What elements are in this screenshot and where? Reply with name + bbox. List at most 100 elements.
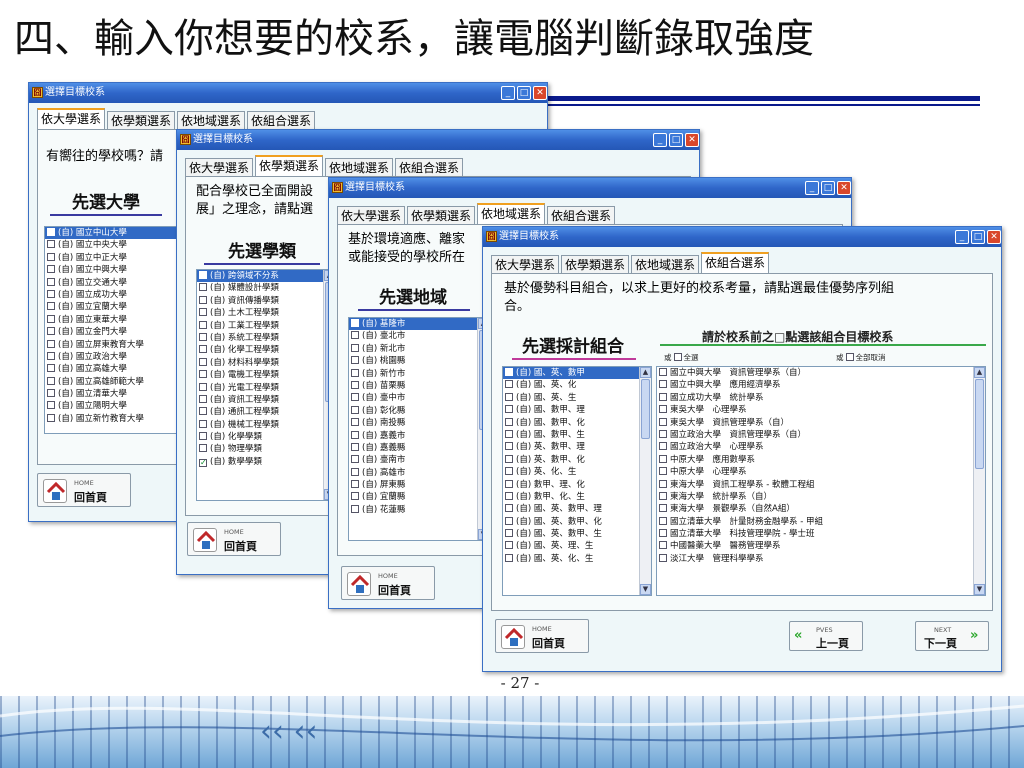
item-checkbox[interactable] [351, 442, 359, 451]
list-item[interactable]: (自) 國立東華大學 [45, 314, 177, 326]
tab-by-category[interactable]: 依學類選系 [561, 255, 630, 275]
item-checkbox[interactable] [351, 480, 359, 489]
item-checkbox[interactable] [47, 327, 55, 336]
list-item[interactable]: 國立清華大學 計量財務金融學系 - 甲組 [657, 516, 985, 528]
list-item[interactable]: (自) 屏東縣 [349, 479, 489, 491]
item-checkbox[interactable] [659, 553, 667, 562]
list-item[interactable]: (自) 化學工程學類 [197, 344, 335, 356]
list-item[interactable]: (自) 數甲、理、化 [503, 479, 651, 491]
list-item[interactable]: 國立中興大學 資訊管理學系（自） [657, 367, 985, 379]
list-item[interactable]: 國立政治大學 心理學系 [657, 441, 985, 453]
list-item[interactable]: (自) 國立中山大學 [45, 227, 177, 240]
item-checkbox[interactable] [351, 430, 359, 439]
item-checkbox[interactable] [351, 418, 359, 427]
deselect-all-row[interactable]: 或 全部取消 [836, 352, 886, 363]
list-item[interactable]: (自) 國、英、生 [503, 392, 651, 404]
list-item[interactable]: (自) 臺中市 [349, 392, 489, 404]
close-button[interactable]: ✕ [533, 86, 547, 100]
list-item[interactable]: (自) 物理學類 [197, 443, 335, 455]
item-checkbox[interactable] [47, 364, 55, 373]
item-checkbox[interactable] [199, 320, 207, 329]
list-item[interactable]: (自) 國立高雄師範大學 [45, 376, 177, 388]
item-checkbox[interactable] [659, 442, 667, 451]
list-item[interactable]: 國立政治大學 資訊管理學系（自） [657, 429, 985, 441]
item-checkbox[interactable] [47, 289, 55, 298]
list-item[interactable]: (自) 土木工程學類 [197, 307, 335, 319]
list-item[interactable]: (自) 嘉義縣 [349, 442, 489, 454]
list-item[interactable]: (自) 國立新竹教育大學 [45, 413, 177, 425]
item-checkbox[interactable] [659, 454, 667, 463]
list-item[interactable]: (自) 英、數甲、化 [503, 454, 651, 466]
item-checkbox[interactable] [351, 405, 359, 414]
deselect-all-checkbox[interactable] [845, 353, 854, 361]
item-checkbox[interactable] [199, 332, 207, 341]
list-item[interactable]: (自) 臺北市 [349, 330, 489, 342]
list-item[interactable]: (自) 資訊傳播學類 [197, 295, 335, 307]
list-item[interactable]: (自) 機械工程學類 [197, 419, 335, 431]
item-checkbox[interactable] [351, 331, 359, 340]
item-checkbox[interactable] [199, 407, 207, 416]
item-checkbox[interactable] [199, 382, 207, 391]
list-item[interactable]: (自) 彰化縣 [349, 405, 489, 417]
window-titlebar[interactable]: 囧 選擇目標校系 _ □ ✕ [483, 227, 1001, 247]
item-checkbox[interactable] [505, 429, 513, 438]
list-item[interactable]: (自) 跨領域不分系 [197, 270, 335, 283]
item-checkbox[interactable] [47, 240, 55, 249]
item-checkbox[interactable] [505, 392, 513, 401]
item-checkbox[interactable] [47, 401, 55, 410]
item-checkbox[interactable] [351, 504, 359, 513]
item-checkbox[interactable] [47, 302, 55, 311]
item-checkbox[interactable] [47, 265, 55, 274]
item-checkbox[interactable] [47, 314, 55, 323]
list-item[interactable]: (自) 高雄市 [349, 467, 489, 479]
item-checkbox[interactable] [351, 319, 359, 327]
item-checkbox[interactable] [659, 529, 667, 538]
list-item[interactable]: (自) 國、英、化 [503, 379, 651, 391]
tab-by-region[interactable]: 依地域選系 [177, 111, 246, 131]
list-item[interactable]: 中原大學 心理學系 [657, 466, 985, 478]
item-checkbox[interactable] [659, 392, 667, 401]
target-school-list[interactable]: 國立中興大學 資訊管理學系（自） 國立中興大學 應用經濟學系 國立成功大學 統計學系… [656, 366, 986, 596]
tab-by-combination[interactable]: 依組合選系 [701, 252, 770, 274]
list-item[interactable]: (自) 數甲、化、生 [503, 491, 651, 503]
category-list[interactable]: (自) 跨領域不分系 (自) 媒體設計學類 (自) 資訊傳播學類 (自) 土木工程學類… [196, 269, 336, 501]
list-item[interactable]: 東海大學 資訊工程學系 - 軟體工程組 [657, 479, 985, 491]
home-button[interactable]: HOME 回首頁 [187, 522, 281, 556]
item-checkbox[interactable] [659, 417, 667, 426]
list-item[interactable]: (自) 臺南市 [349, 454, 489, 466]
item-checkbox[interactable] [199, 419, 207, 428]
item-checkbox[interactable] [199, 308, 207, 317]
item-checkbox[interactable] [351, 343, 359, 352]
item-checkbox[interactable] [351, 368, 359, 377]
tab-by-category[interactable]: 依學類選系 [107, 111, 176, 131]
item-checkbox[interactable] [659, 479, 667, 488]
home-button[interactable]: HOME 回首頁 [495, 619, 589, 653]
list-item[interactable]: ✓ (自) 數學學類 [197, 456, 335, 468]
item-checkbox[interactable] [199, 345, 207, 354]
tab-by-university[interactable]: 依大學選系 [337, 206, 406, 226]
home-button[interactable]: HOME 回首頁 [37, 473, 131, 507]
tab-by-category[interactable]: 依學類選系 [407, 206, 476, 226]
list-item[interactable]: (自) 國立中央大學 [45, 239, 177, 251]
list-item[interactable]: 東吳大學 心理學系 [657, 404, 985, 416]
list-item[interactable]: (自) 英、數甲、理 [503, 441, 651, 453]
list-item[interactable]: (自) 花蓮縣 [349, 504, 489, 516]
item-checkbox[interactable] [659, 516, 667, 525]
scrollbar[interactable]: ▲▼ [973, 367, 985, 595]
item-checkbox[interactable] [659, 467, 667, 476]
list-item[interactable]: (自) 國立政治大學 [45, 351, 177, 363]
list-item[interactable]: (自) 國立屏東教育大學 [45, 339, 177, 351]
item-checkbox[interactable] [47, 413, 55, 422]
home-button[interactable]: HOME 回首頁 [341, 566, 435, 600]
list-item[interactable]: (自) 南投縣 [349, 417, 489, 429]
item-checkbox[interactable] [505, 442, 513, 451]
list-item[interactable]: (自) 桃園縣 [349, 355, 489, 367]
item-checkbox[interactable] [505, 553, 513, 562]
scroll-down-icon[interactable]: ▼ [640, 584, 651, 595]
list-item[interactable]: (自) 光電工程學類 [197, 382, 335, 394]
list-item[interactable]: (自) 基隆市 [349, 318, 489, 331]
list-item[interactable]: 東吳大學 資訊管理學系（自） [657, 417, 985, 429]
item-checkbox[interactable] [505, 368, 513, 376]
item-checkbox[interactable] [505, 479, 513, 488]
list-item[interactable]: 中原大學 應用數學系 [657, 454, 985, 466]
